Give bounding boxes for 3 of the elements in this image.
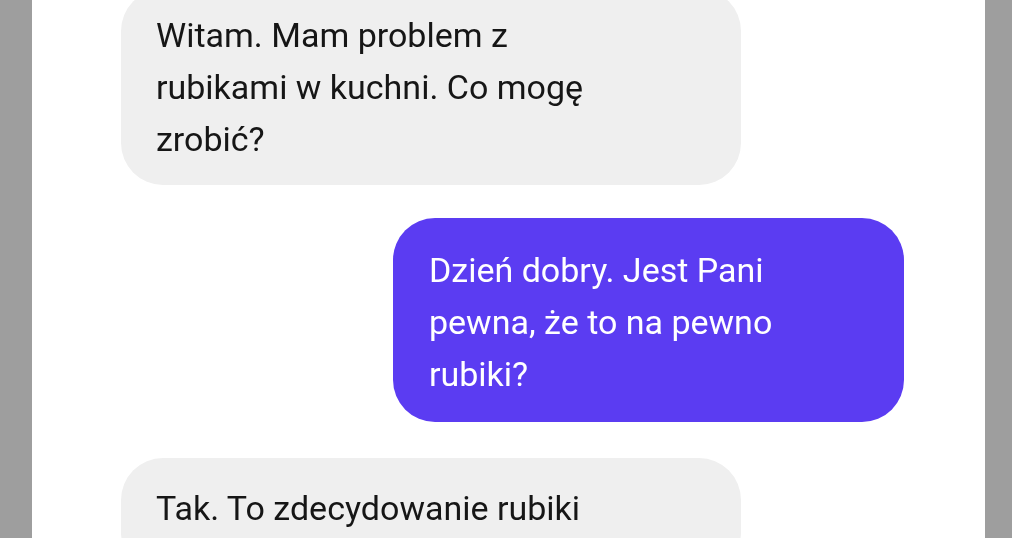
received-message: Tak. To zdecydowanie rubiki — [121, 458, 741, 538]
received-message: Witam. Mam problem z rubikami w kuchni. Co mogę zrobić? — [121, 0, 741, 185]
sent-message: Dzień dobry. Jest Pani pewna, że to na pewno rubiki? — [393, 218, 904, 422]
